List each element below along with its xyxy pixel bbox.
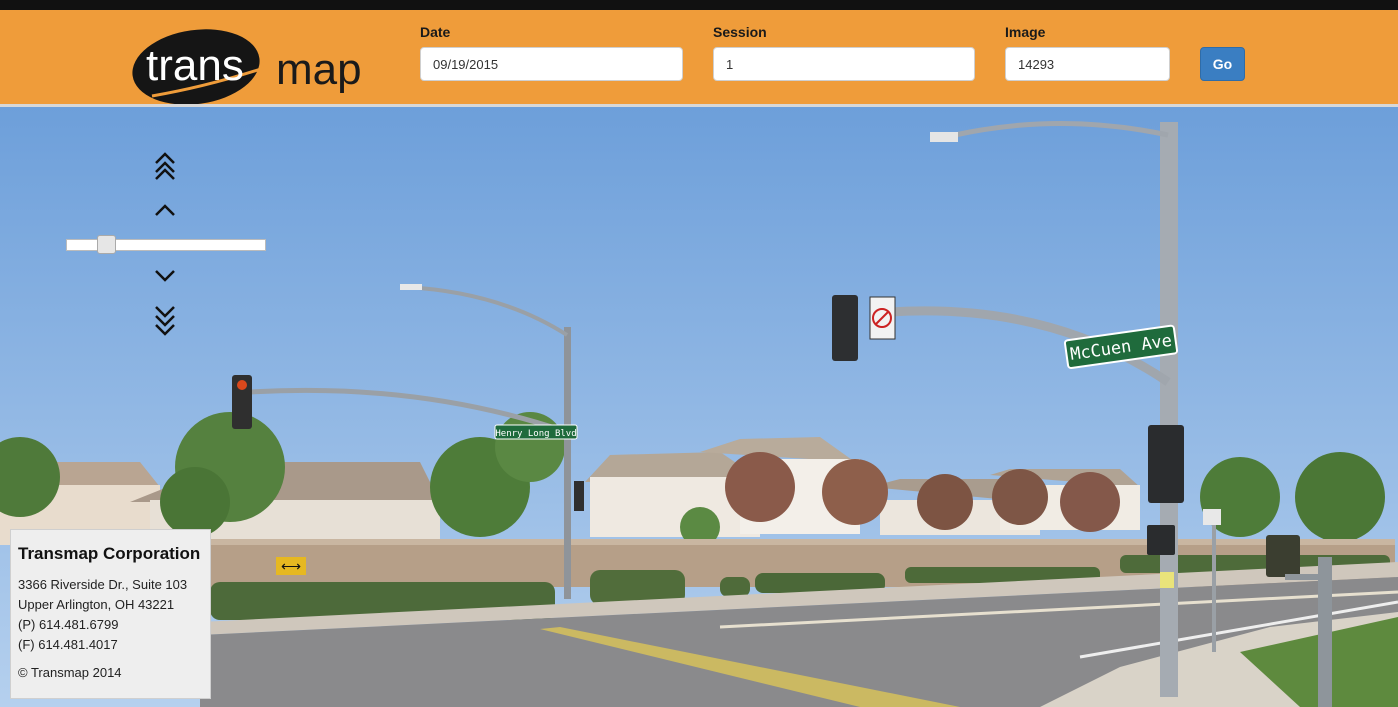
- go-button[interactable]: Go: [1200, 47, 1245, 81]
- image-input[interactable]: [1005, 47, 1170, 81]
- logo-text-map: map: [276, 45, 362, 94]
- fax-number: (F) 614.481.4017: [18, 637, 118, 652]
- session-input[interactable]: [713, 47, 975, 81]
- logo-text-trans: trans: [146, 41, 244, 90]
- street-sign-henry-long: Henry Long Blvd: [495, 429, 576, 439]
- frame-slider-handle[interactable]: [97, 235, 116, 254]
- address-line-2: Upper Arlington, OH 43221: [18, 597, 175, 612]
- transmap-logo[interactable]: trans map: [130, 26, 390, 110]
- company-info-panel: Transmap Corporation 3366 Riverside Dr.,…: [10, 529, 211, 699]
- image-label: Image: [1005, 24, 1046, 40]
- frame-slider-track[interactable]: [66, 239, 266, 251]
- company-name: Transmap Corporation: [18, 544, 201, 563]
- date-input[interactable]: [420, 47, 683, 81]
- chevron-up-icon[interactable]: [153, 200, 177, 220]
- address-line-1: 3366 Riverside Dr., Suite 103: [18, 577, 188, 592]
- arrow-sign-icon: ⟷: [281, 558, 301, 574]
- top-strip: [0, 0, 1398, 10]
- copyright-text: © Transmap 2014: [18, 665, 122, 680]
- chevron-down-icon[interactable]: [153, 266, 177, 286]
- phone-number: (P) 614.481.6799: [18, 617, 119, 632]
- session-label: Session: [713, 24, 767, 40]
- date-label: Date: [420, 24, 451, 40]
- double-chevron-up-icon[interactable]: [153, 150, 177, 182]
- header-bar: trans map Date Session Image Go: [0, 10, 1398, 105]
- double-chevron-down-icon[interactable]: [153, 303, 177, 339]
